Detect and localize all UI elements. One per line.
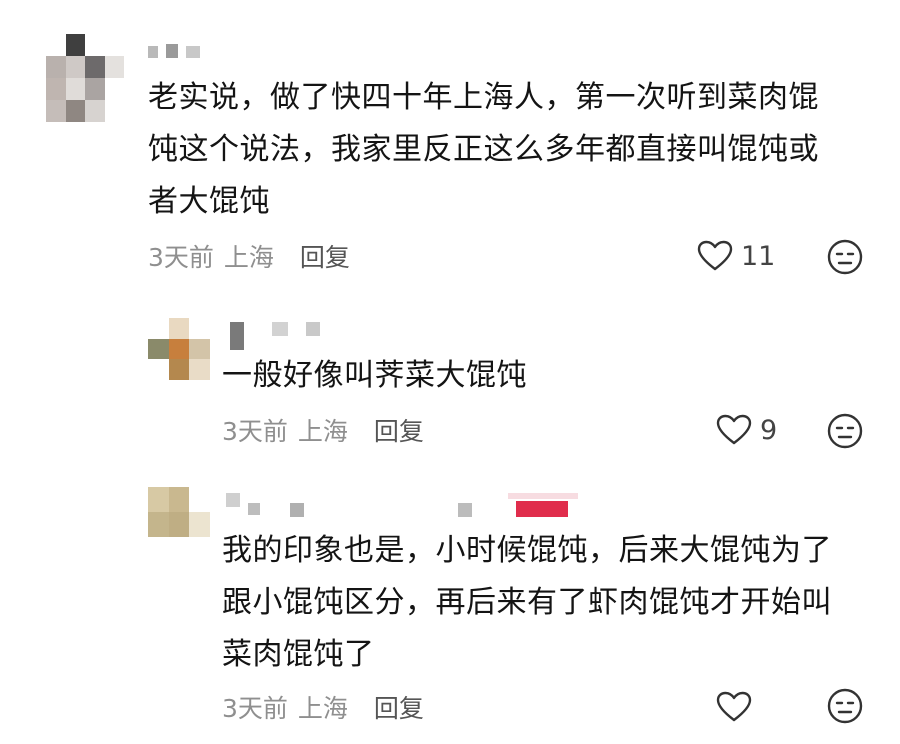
comment-meta: 3天前 上海 回复: [222, 412, 424, 448]
comment-text: 一般好像叫荠菜大馄饨: [222, 352, 527, 400]
heart-outline-icon: [716, 414, 752, 446]
comment-meta: 3天前 上海 回复: [148, 238, 350, 274]
like-button[interactable]: [716, 691, 760, 723]
dislike-button[interactable]: [826, 238, 864, 276]
timestamp: 3天前: [222, 417, 288, 446]
comment-line: 跟小馄饨区分，再后来有了虾肉馄饨才开始叫: [222, 585, 832, 620]
location: 上海: [297, 417, 348, 446]
dislike-button[interactable]: [826, 412, 864, 450]
location: 上海: [223, 243, 274, 272]
avatar[interactable]: [148, 487, 210, 537]
reply-button[interactable]: 回复: [374, 689, 424, 725]
comment-line: 饨这个说法，我家里反正这么多年都直接叫馄饨或: [148, 132, 819, 167]
comment-line: 者大馄饨: [148, 184, 270, 219]
comment-1: 老实说，做了快四十年上海人，第一次听到菜肉馄 饨这个说法，我家里反正这么多年都直…: [0, 0, 900, 290]
username-redacted[interactable]: [226, 493, 586, 517]
reply-button[interactable]: 回复: [300, 238, 350, 274]
like-count: 9: [760, 414, 778, 446]
like-count: 11: [741, 240, 776, 272]
reply-button[interactable]: 回复: [374, 412, 424, 448]
meh-face-icon: [826, 238, 864, 276]
comment-line: 一般好像叫荠菜大馄饨: [222, 358, 527, 393]
comment-line: 菜肉馄饨了: [222, 637, 375, 672]
meh-face-icon: [826, 412, 864, 450]
avatar[interactable]: [46, 34, 124, 122]
location: 上海: [297, 694, 348, 723]
comment-line: 我的印象也是，小时候馄饨，后来大馄饨为了: [222, 533, 832, 568]
dislike-button[interactable]: [826, 687, 864, 725]
heart-outline-icon: [716, 691, 752, 723]
comment-text: 老实说，做了快四十年上海人，第一次听到菜肉馄 饨这个说法，我家里反正这么多年都直…: [148, 74, 819, 226]
username-redacted[interactable]: [226, 320, 336, 350]
timestamp: 3天前: [148, 243, 214, 272]
comment-2: 一般好像叫荠菜大馄饨 3天前 上海 回复 9: [0, 290, 900, 465]
timestamp: 3天前: [222, 694, 288, 723]
like-button[interactable]: 9: [716, 414, 777, 446]
avatar[interactable]: [148, 318, 210, 380]
comment-line: 老实说，做了快四十年上海人，第一次听到菜肉馄: [148, 80, 819, 115]
meh-face-icon: [826, 687, 864, 725]
comment-meta: 3天前 上海 回复: [222, 689, 424, 725]
heart-outline-icon: [697, 240, 733, 272]
comment-3: 我的印象也是，小时候馄饨，后来大馄饨为了 跟小馄饨区分，再后来有了虾肉馄饨才开始…: [0, 465, 900, 744]
comment-text: 我的印象也是，小时候馄饨，后来大馄饨为了 跟小馄饨区分，再后来有了虾肉馄饨才开始…: [222, 527, 832, 679]
like-button[interactable]: 11: [697, 240, 775, 272]
username-redacted[interactable]: [148, 40, 228, 64]
